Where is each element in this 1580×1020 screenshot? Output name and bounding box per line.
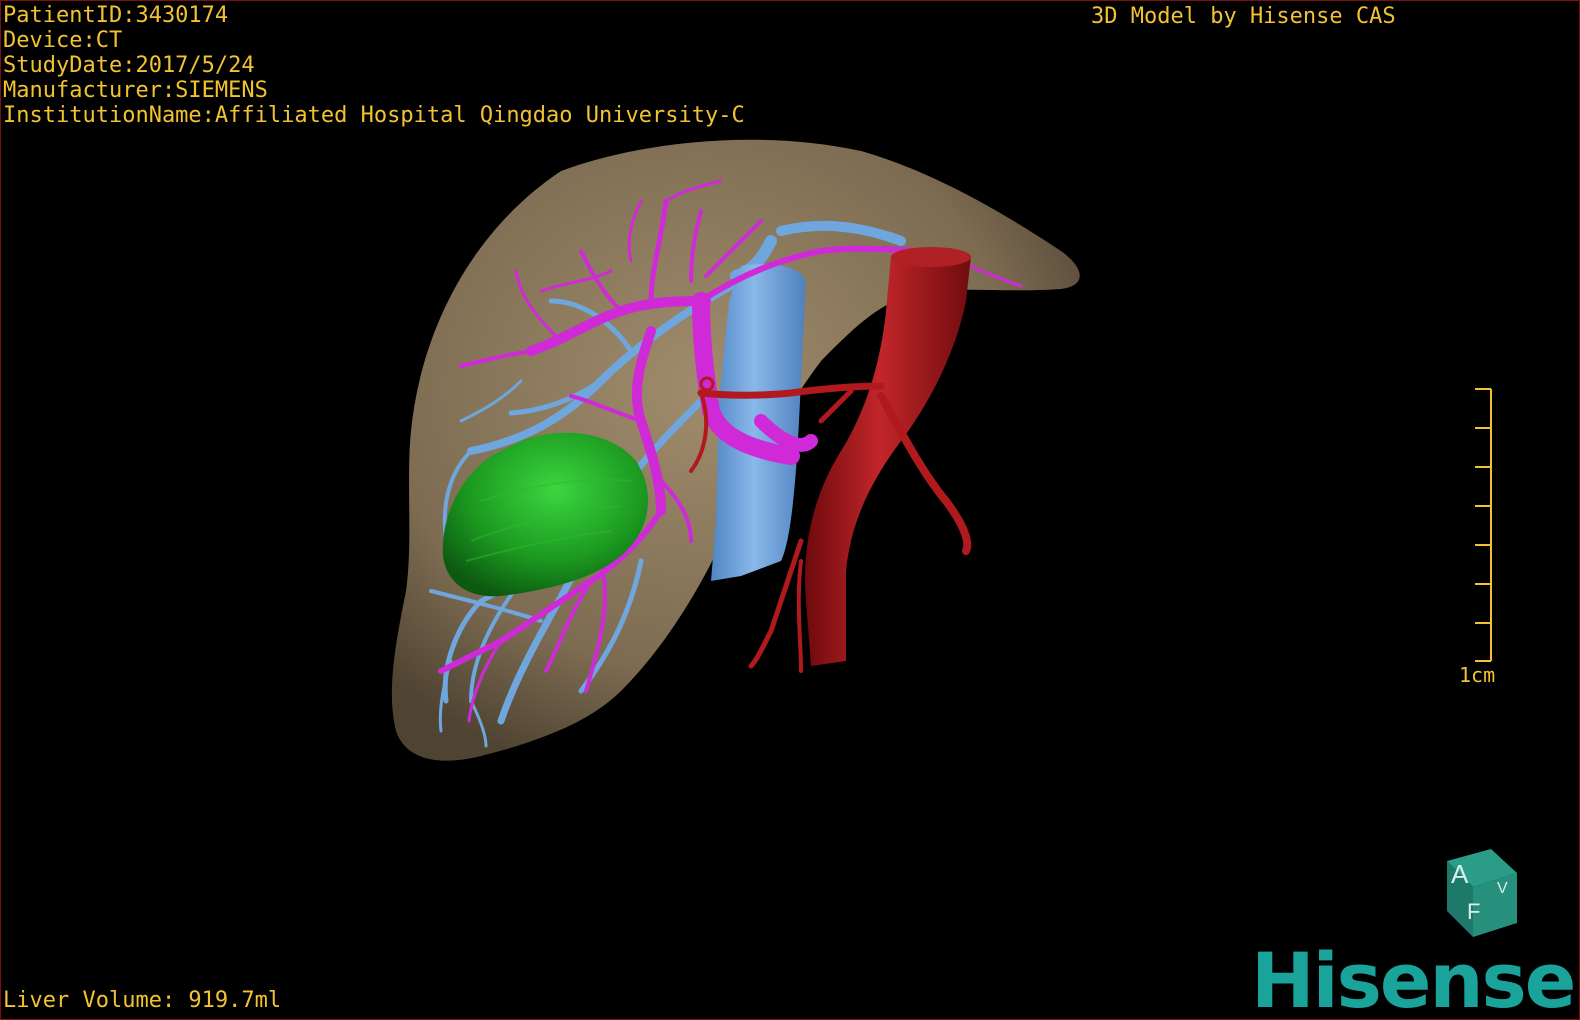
cube-face-top: A — [1451, 859, 1469, 889]
scale-bar-label: 1cm — [1459, 663, 1496, 687]
cube-face-side: V — [1497, 880, 1508, 897]
model-credit: 3D Model by Hisense CAS — [1091, 4, 1396, 29]
study-date: StudyDate:2017/5/24 — [3, 53, 255, 78]
liver-volume: Liver Volume: 919.7ml — [3, 988, 282, 1013]
scale-bar — [1475, 388, 1492, 662]
3d-viewport[interactable]: PatientID:3430174 Device:CT StudyDate:20… — [0, 0, 1580, 1020]
orientation-cube-icon[interactable]: A F V — [1439, 847, 1529, 939]
device: Device:CT — [3, 28, 123, 53]
cube-face-front: F — [1467, 899, 1480, 924]
hisense-logo: Hisense — [1251, 936, 1576, 1020]
manufacturer: Manufacturer:SIEMENS — [3, 78, 268, 103]
patient-id: PatientID:3430174 — [3, 3, 229, 28]
institution-name: InstitutionName:Affiliated Hospital Qing… — [3, 103, 745, 128]
dicom-info-overlay: PatientID:3430174 Device:CT StudyDate:20… — [3, 3, 745, 128]
liver-3d-model[interactable] — [1, 1, 1580, 1020]
